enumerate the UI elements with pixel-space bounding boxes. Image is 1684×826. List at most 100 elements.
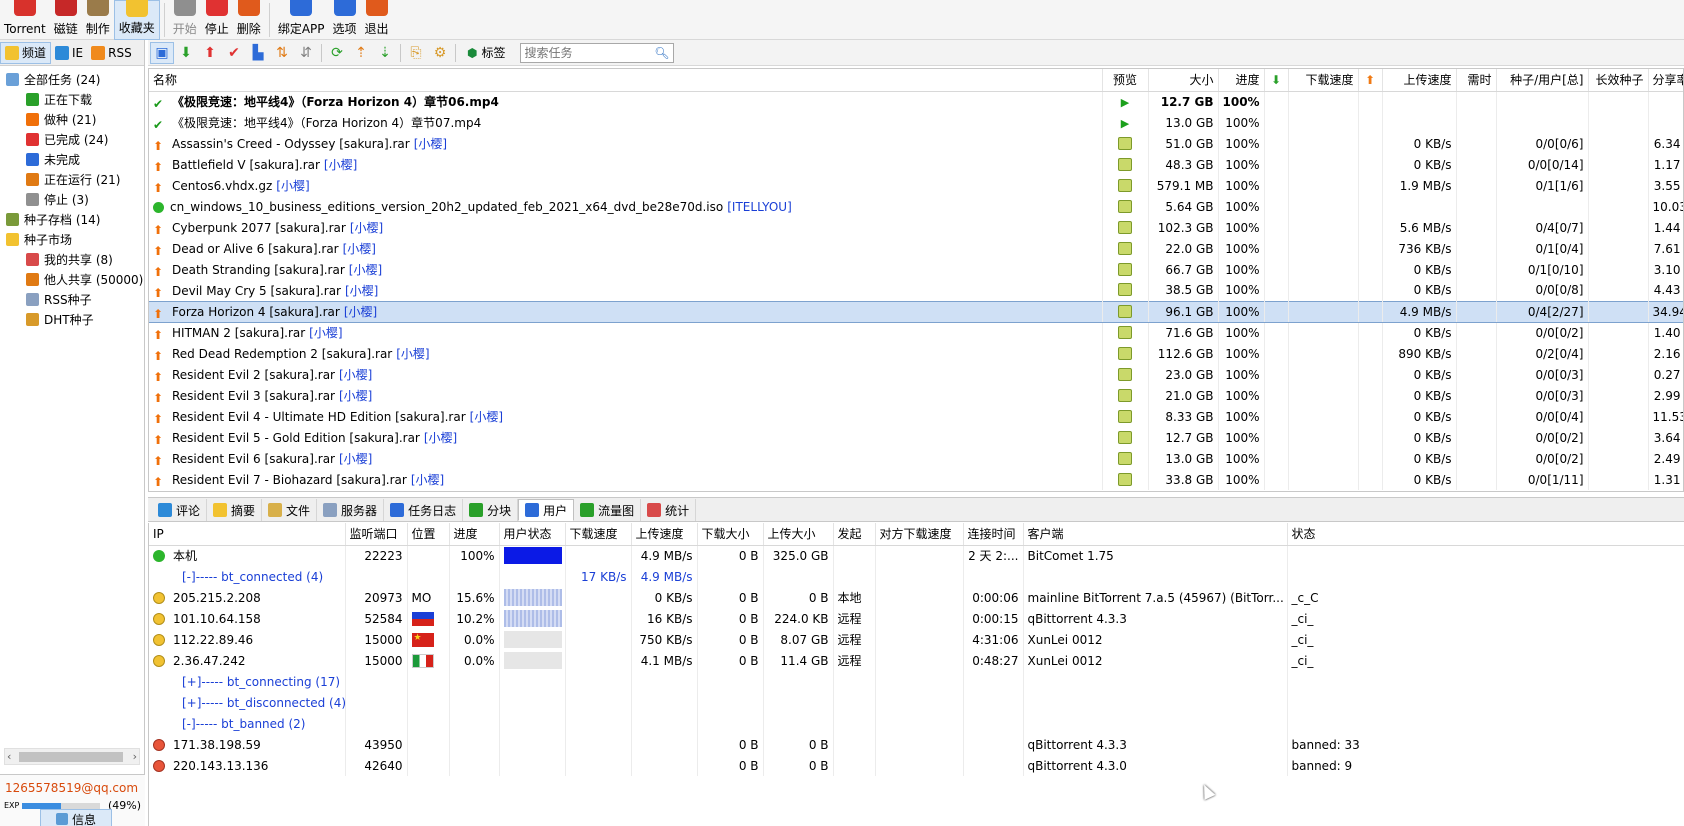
task-tag[interactable]: [小樱] [344,305,377,319]
share-preview-icon[interactable] [1118,367,1132,381]
tree-item-4[interactable]: 未完成 [0,149,144,169]
preview-cell[interactable] [1102,300,1149,323]
peer-group-row[interactable]: [-]----- bt_connected (4) 17 KB/s 4.9 MB/s [149,566,1684,587]
share-preview-icon[interactable] [1118,283,1132,297]
preview-cell[interactable] [1102,238,1149,259]
share-preview-icon[interactable] [1118,262,1132,276]
share-preview-icon[interactable] [1118,430,1132,444]
toolbar-button-2[interactable]: 制作 [82,0,114,40]
play-preview-icon[interactable]: ▶ [1121,96,1129,109]
task-tag[interactable]: [小樱] [414,137,447,151]
toolbar-button-8[interactable]: 选项 [329,0,361,40]
tree-item-1[interactable]: 正在下载 [0,89,144,109]
peer-group-row[interactable]: [-]----- bt_banned (2) [149,713,1684,734]
share-preview-icon[interactable] [1118,199,1132,213]
share-preview-icon[interactable] [1118,241,1132,255]
preview-cell[interactable] [1102,217,1149,238]
preview-cell[interactable] [1102,259,1149,280]
merge-button[interactable]: ⇵ [294,42,318,64]
task-tag[interactable]: [小樱] [276,179,309,193]
task-row[interactable]: ⬆ Resident Evil 3 [sakura].rar [小樱] 21.0 GB… [149,385,1683,406]
task-tag[interactable]: [小樱] [309,326,342,340]
tree-item-7[interactable]: 种子存档 (14) [0,209,144,229]
sort-button[interactable]: ⇅ [270,42,294,64]
peer-column-header-0[interactable]: IP [149,523,346,546]
download-button[interactable]: ⬇ [174,42,198,64]
preview-cell[interactable] [1102,196,1149,217]
check-button[interactable]: ✔ [222,42,246,64]
peer-row[interactable]: 本机 22223 100% 4.9 MB/s 0 B 325.0 GB 2 天 2:... B… [149,545,1684,566]
task-tag[interactable]: [小樱] [339,368,372,382]
share-preview-icon[interactable] [1118,409,1132,423]
left-horizontal-scrollbar[interactable]: ‹ › [4,748,140,765]
task-tag[interactable]: [小樱] [396,347,429,361]
task-tag[interactable]: [小樱] [411,473,444,487]
properties-button[interactable]: ⚙ [428,42,452,64]
detail-tab-pieces[interactable]: 分块 [463,499,519,521]
share-preview-icon[interactable] [1118,136,1132,150]
peer-column-header-3[interactable]: 进度 [449,523,500,546]
scroll-left-arrow-icon[interactable]: ‹ [7,750,11,763]
task-row[interactable]: cn_windows_10_business_editions_version_… [149,196,1683,217]
task-tag[interactable]: [小樱] [424,431,457,445]
detail-tab-servers[interactable]: 服务器 [317,499,385,521]
share-preview-icon[interactable] [1118,304,1132,318]
preview-cell[interactable] [1102,280,1149,301]
task-row[interactable]: ⬆ Death Stranding [sakura].rar [小樱] 66.7 GB… [149,259,1683,280]
peer-column-header-4[interactable]: 用户状态 [499,523,566,546]
tree-item-0[interactable]: 全部任务 (24) [0,69,144,89]
preview-cell[interactable] [1102,175,1149,196]
preview-cell[interactable] [1102,154,1149,175]
peer-column-header-12[interactable]: 客户端 [1023,523,1288,546]
search-input[interactable] [520,43,651,62]
left-tab-item-0[interactable]: 频道 [0,41,52,64]
move-up-button[interactable]: ⇡ [349,42,373,64]
task-row[interactable]: ⬆ Resident Evil 7 - Biohazard [sakura].ra… [149,469,1683,490]
detail-tab-statistics[interactable]: 统计 [641,499,697,521]
share-preview-icon[interactable] [1118,451,1132,465]
detail-tab-summary[interactable]: 摘要 [207,499,263,521]
task-tag[interactable]: [小樱] [343,242,376,256]
toolbar-button-1[interactable]: 磁链 [50,0,82,40]
preview-cell[interactable]: ▶ [1102,91,1149,112]
task-row[interactable]: ⬆ Assassin's Creed - Odyssey [sakura].rar… [149,133,1683,154]
peer-row[interactable]: 101.10.64.158 52584 10.2% 16 KB/s 0 B 224.0 K… [149,608,1684,629]
task-row[interactable]: ⬆ Red Dead Redemption 2 [sakura].rar [小樱] 1… [149,343,1683,364]
task-column-header-2[interactable]: 大小 [1148,69,1219,92]
peer-row[interactable]: 2.36.47.242 15000 0.0% 4.1 MB/s 0 B 11.4 GB 远程… [149,650,1684,671]
tree-item-3[interactable]: 已完成 (24) [0,129,144,149]
share-preview-icon[interactable] [1118,472,1132,486]
detail-tab-files[interactable]: 文件 [262,499,318,521]
task-column-header-7[interactable]: 上传速度 [1382,69,1457,92]
preview-cell[interactable] [1102,469,1149,490]
task-column-header-0[interactable]: 名称 [149,69,1103,92]
scrollbar-thumb[interactable] [19,752,123,762]
peer-column-header-9[interactable]: 发起 [833,523,876,546]
toolbar-button-4[interactable]: 开始 [169,0,201,40]
scroll-right-arrow-icon[interactable]: › [133,750,137,763]
peer-column-header-8[interactable]: 上传大小 [763,523,834,546]
peer-column-header-13[interactable]: 状态 [1287,523,1684,546]
peer-column-header-7[interactable]: 下载大小 [697,523,764,546]
play-preview-icon[interactable]: ▶ [1121,117,1129,130]
preview-cell[interactable] [1102,343,1149,364]
peer-column-header-2[interactable]: 位置 [407,523,450,546]
task-row[interactable]: ⬆ Dead or Alive 6 [sakura].rar [小樱] 22.0 GB… [149,238,1683,259]
share-preview-icon[interactable] [1118,346,1132,360]
task-tag[interactable]: [ITELLYOU] [727,200,792,214]
task-row[interactable]: ⬆ Resident Evil 6 [sakura].rar [小樱] 13.0 GB… [149,448,1683,469]
info-button[interactable]: 信息 [40,809,112,826]
tree-item-10[interactable]: 他人共享 (50000) [0,269,144,289]
tree-item-9[interactable]: 我的共享 (8) [0,249,144,269]
detail-tab-comments[interactable]: 评论 [152,499,208,521]
account-email[interactable]: 1265578519@qq.com [0,775,145,795]
task-tag[interactable]: [小樱] [339,452,372,466]
tree-item-6[interactable]: 停止 (3) [0,189,144,209]
toolbar-button-3[interactable]: 收藏夹 [113,0,160,40]
task-column-header-4[interactable]: ⬇ [1264,69,1289,92]
peer-column-header-11[interactable]: 连接时间 [963,523,1024,546]
task-column-header-3[interactable]: 进度 [1218,69,1265,92]
share-preview-icon[interactable] [1118,220,1132,234]
share-preview-icon[interactable] [1118,325,1132,339]
task-column-header-11[interactable]: 分享率 [1648,69,1683,92]
